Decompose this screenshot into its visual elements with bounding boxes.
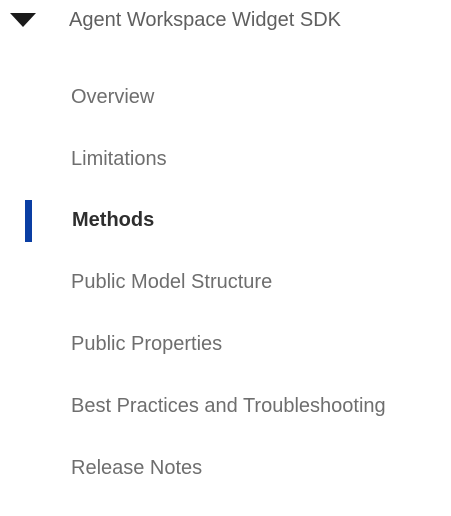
- nav-item-label: Best Practices and Troubleshooting: [71, 395, 386, 417]
- active-indicator: [25, 200, 32, 242]
- nav-item-label: Limitations: [71, 148, 167, 170]
- nav-item-label: Public Properties: [71, 333, 223, 355]
- nav-item-label: Methods: [72, 209, 155, 231]
- nav-item-label: Overview: [71, 86, 155, 108]
- nav-item-overview[interactable]: Overview: [0, 77, 451, 117]
- nav-item-public-properties[interactable]: Public Properties: [0, 324, 451, 364]
- nav-item-limitations[interactable]: Limitations: [0, 139, 451, 179]
- nav-item-best-practices-and-troubleshooting[interactable]: Best Practices and Troubleshooting: [0, 386, 451, 426]
- caret-down-icon: [10, 13, 36, 27]
- nav-item-methods[interactable]: Methods: [0, 200, 451, 242]
- nav-item-public-model-structure[interactable]: Public Model Structure: [0, 262, 451, 302]
- nav-item-label: Release Notes: [71, 457, 203, 479]
- nav-item-label: Public Model Structure: [71, 271, 273, 293]
- section-toggle-agent-workspace-widget-sdk[interactable]: Agent Workspace Widget SDK: [0, 0, 451, 40]
- nav-item-release-notes[interactable]: Release Notes: [0, 448, 451, 488]
- section-title: Agent Workspace Widget SDK: [69, 9, 341, 31]
- docs-side-nav: Agent Workspace Widget SDK Overview Limi…: [0, 0, 451, 516]
